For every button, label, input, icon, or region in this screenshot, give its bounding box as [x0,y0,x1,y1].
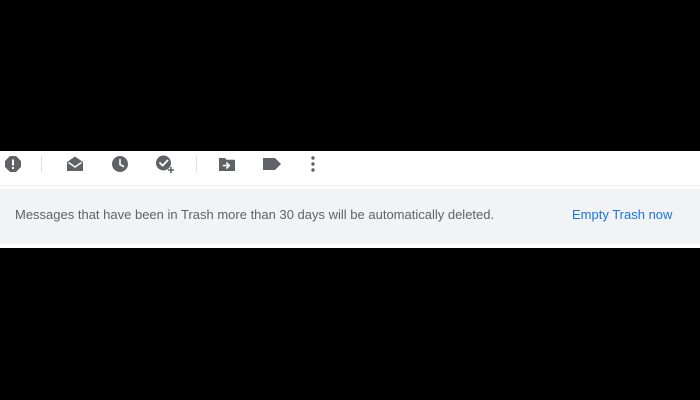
letterbox-bottom [0,248,700,400]
mark-as-read-icon[interactable] [64,153,86,175]
labels-icon[interactable] [261,153,283,175]
letterbox-top [0,0,700,151]
toolbar-separator [41,155,42,173]
snooze-icon[interactable] [109,153,131,175]
toolbar-separator [196,155,197,173]
report-spam-icon[interactable] [2,153,24,175]
more-options-icon[interactable] [302,153,324,175]
empty-trash-link[interactable]: Empty Trash now [572,207,672,222]
trash-notice-message: Messages that have been in Trash more th… [15,207,495,222]
add-to-tasks-icon[interactable] [154,153,176,175]
mail-toolbar [0,151,700,185]
toolbar-divider [0,185,700,186]
move-to-icon[interactable] [216,153,238,175]
trash-notice-banner: Messages that have been in Trash more th… [0,189,700,244]
mail-panel: Messages that have been in Trash more th… [0,151,700,248]
